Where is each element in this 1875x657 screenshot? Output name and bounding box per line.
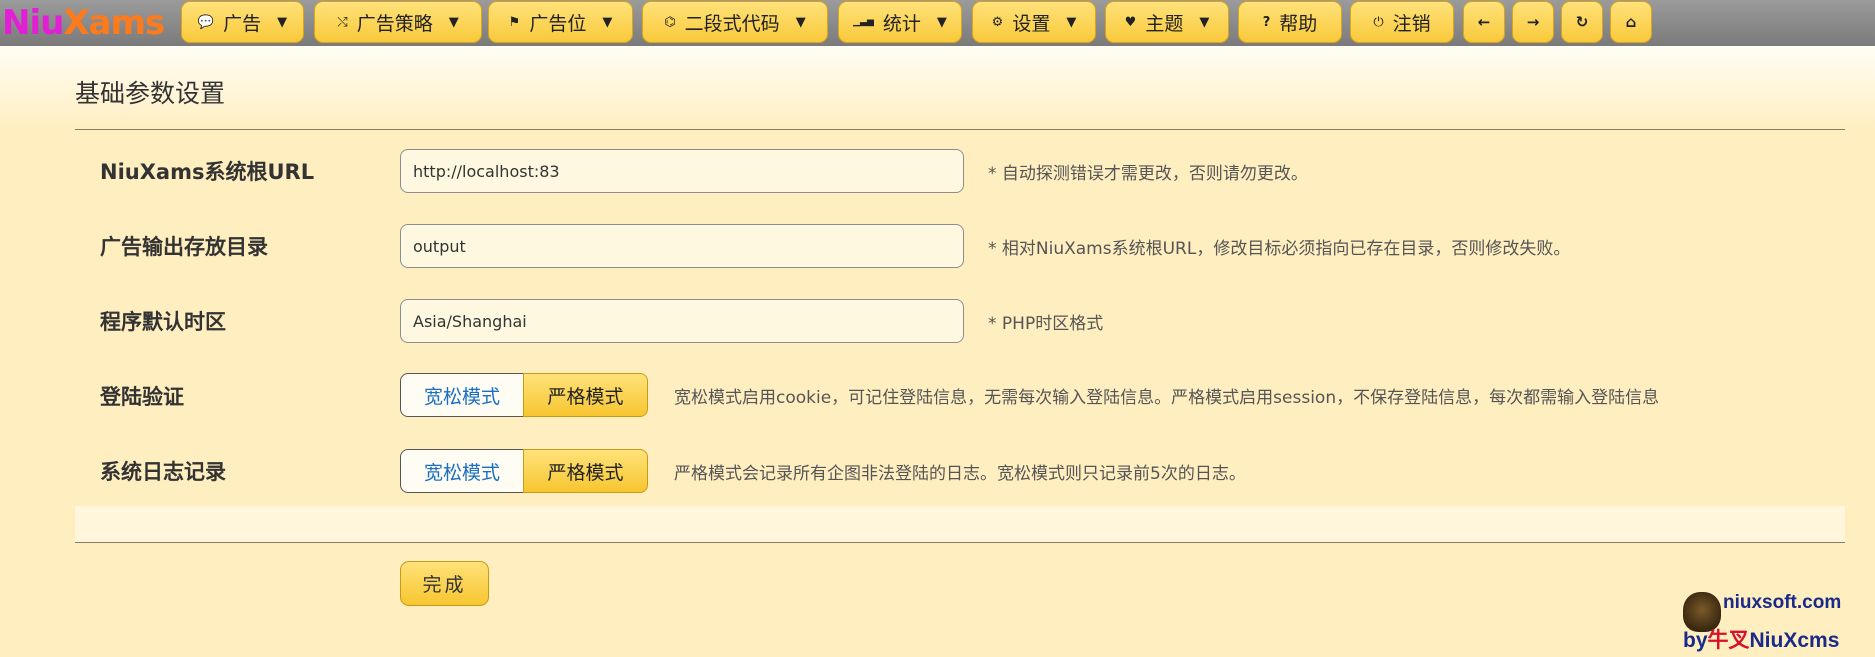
signal-icon: ▁▃▅ <box>853 17 874 27</box>
chevron-down-icon: ▼ <box>448 14 459 30</box>
comment-icon: 💬 <box>197 14 215 30</box>
nav-theme-label: 主题 <box>1145 12 1184 35</box>
question-icon: ? <box>1262 14 1271 30</box>
nav-ad-strategy-label: 广告策略 <box>356 12 433 35</box>
system-log-hint: 严格模式会记录所有企图非法登陆的日志。宽松模式则只记录前5次的日志。 <box>674 464 1246 484</box>
timezone-hint: * PHP时区格式 <box>988 314 1104 334</box>
brand-by-line: by牛叉NiuXcms <box>1683 624 1839 654</box>
nav-ads-button[interactable]: 💬 广告 ▼ <box>181 1 304 43</box>
root-url-label: NiuXams系统根URL <box>100 160 315 184</box>
chevron-down-icon: ▼ <box>936 14 947 30</box>
nav-logout-label: 注销 <box>1392 12 1431 35</box>
page-title: 基础参数设置 <box>75 79 226 108</box>
nav-theme-button[interactable]: ♥ 主题 ▼ <box>1105 1 1229 43</box>
nav-ad-strategy-button[interactable]: ⤭ 广告策略 ▼ <box>314 1 482 43</box>
brand-site: niuxsoft.com <box>1723 592 1842 613</box>
niuxsoft-brand[interactable]: niuxsoft.com by牛叉NiuXcms <box>1683 584 1873 654</box>
output-dir-hint: * 相对NiuXams系统根URL，修改目标必须指向已存在目录，否则修改失败。 <box>988 239 1571 259</box>
top-toolbar: NiuXams 💬 广告 ▼ ⤭ 广告策略 ▼ ⚑ 广告位 ▼ ⌬ 二段式代码 … <box>0 0 1875 47</box>
nav-two-stage-code-button[interactable]: ⌬ 二段式代码 ▼ <box>642 1 828 43</box>
gear-icon: ⚙ <box>991 14 1004 30</box>
output-dir-label: 广告输出存放目录 <box>100 235 268 259</box>
system-log-toggle: 宽松模式 严格模式 <box>400 449 648 493</box>
chevron-down-icon: ▼ <box>277 14 288 30</box>
output-dir-input[interactable] <box>400 224 964 268</box>
timezone-input[interactable] <box>400 299 964 343</box>
nav-help-label: 帮助 <box>1279 12 1318 35</box>
login-auth-hint: 宽松模式启用cookie，可记住登陆信息，无需每次输入登陆信息。严格模式启用se… <box>674 388 1660 408</box>
nav-settings-button[interactable]: ⚙ 设置 ▼ <box>972 1 1096 43</box>
login-auth-label: 登陆验证 <box>100 385 184 409</box>
logo-part-b: Xams <box>63 4 165 42</box>
arrow-left-icon: ← <box>1477 13 1491 31</box>
system-log-strict-option[interactable]: 严格模式 <box>523 449 648 493</box>
system-log-label: 系统日志记录 <box>100 460 226 484</box>
brand-by-cn: 牛叉 <box>1707 629 1750 652</box>
nav-logout-button[interactable]: ⏻ 注销 <box>1350 1 1454 43</box>
submit-button[interactable]: 完成 <box>400 561 489 606</box>
chevron-down-icon: ▼ <box>1199 14 1210 30</box>
home-icon: ⌂ <box>1625 13 1637 31</box>
settings-content: 基础参数设置 NiuXams系统根URL * 自动探测错误才需更改，否则请勿更改… <box>0 46 1875 657</box>
back-button[interactable]: ← <box>1463 1 1505 43</box>
nav-ad-slot-button[interactable]: ⚑ 广告位 ▼ <box>488 1 633 43</box>
refresh-button[interactable]: ↻ <box>1561 1 1603 43</box>
login-auth-toggle: 宽松模式 严格模式 <box>400 373 648 417</box>
arrow-right-icon: → <box>1526 13 1540 31</box>
nav-stats-label: 统计 <box>882 12 921 35</box>
login-auth-loose-option[interactable]: 宽松模式 <box>400 373 524 417</box>
login-auth-strict-option[interactable]: 严格模式 <box>523 373 648 417</box>
footer-divider <box>75 542 1845 543</box>
timezone-label: 程序默认时区 <box>100 310 226 334</box>
root-url-hint: * 自动探测错误才需更改，否则请勿更改。 <box>988 164 1308 184</box>
nav-settings-label: 设置 <box>1012 12 1051 35</box>
nav-ads-label: 广告 <box>223 12 262 35</box>
brand-by-prefix: by <box>1683 629 1708 652</box>
home-button[interactable]: ⌂ <box>1610 1 1652 43</box>
flag-icon: ⚑ <box>508 14 521 30</box>
power-icon: ⏻ <box>1373 14 1384 30</box>
root-url-input[interactable] <box>400 149 964 193</box>
forward-button[interactable]: → <box>1512 1 1554 43</box>
form-footer-band <box>75 506 1845 542</box>
shuffle-icon: ⤭ <box>337 14 348 30</box>
chevron-down-icon: ▼ <box>602 14 613 30</box>
brand-by-name: NiuXcms <box>1749 629 1840 652</box>
title-divider <box>75 129 1845 130</box>
chevron-down-icon: ▼ <box>795 14 806 30</box>
nav-stats-button[interactable]: ▁▃▅ 统计 ▼ <box>838 1 962 43</box>
system-log-loose-option[interactable]: 宽松模式 <box>400 449 524 493</box>
nav-help-button[interactable]: ? 帮助 <box>1238 1 1342 43</box>
refresh-icon: ↻ <box>1575 13 1589 31</box>
chevron-down-icon: ▼ <box>1066 14 1077 30</box>
code-icon: ⌬ <box>664 14 676 30</box>
logo-part-a: Niu <box>2 4 64 42</box>
heart-icon: ♥ <box>1124 14 1137 30</box>
nav-two-stage-code-label: 二段式代码 <box>684 12 780 35</box>
nav-ad-slot-label: 广告位 <box>529 12 587 35</box>
niuxams-logo[interactable]: NiuXams <box>2 4 178 42</box>
